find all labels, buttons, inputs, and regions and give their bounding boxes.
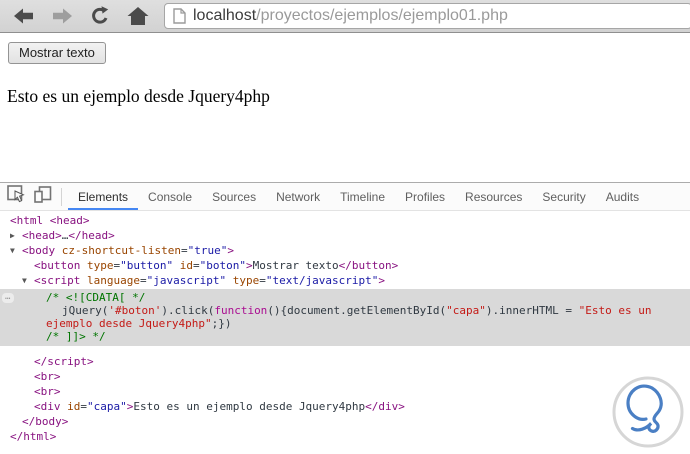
code-line[interactable]: /* ]]> */ <box>0 330 690 343</box>
tab-security[interactable]: Security <box>532 183 595 210</box>
code-line[interactable]: /* <![CDATA[ */ <box>0 291 690 304</box>
home-button[interactable] <box>126 5 150 27</box>
url-host: localhost <box>193 7 257 24</box>
script-fold-block: … /* <![CDATA[ */jQuery('#boton').click(… <box>0 289 690 346</box>
code-line[interactable]: ejemplo desde Jquery4php";}) <box>0 317 690 330</box>
page-result-text: Esto es un ejemplo desde Jquery4php <box>7 86 270 106</box>
devtools-tabs: Elements Console Sources Network Timeline Pro… <box>68 183 649 210</box>
browser-toolbar: localhost/proyectos/ejemplos/ejemplo01.p… <box>0 0 690 33</box>
devtools-panel: Elements Console Sources Network Timeline Pro… <box>0 182 690 444</box>
code-line[interactable]: jQuery('#boton').click(function(){docume… <box>0 304 690 317</box>
page-icon <box>173 8 186 24</box>
url-path: /proyectos/ejemplos/ejemplo01.php <box>256 7 508 24</box>
solvetic-bubble-icon <box>612 376 684 448</box>
tab-sources[interactable]: Sources <box>202 183 266 210</box>
forward-arrow-icon <box>53 8 72 24</box>
tab-timeline[interactable]: Timeline <box>330 183 395 210</box>
address-bar[interactable]: localhost/proyectos/ejemplos/ejemplo01.p… <box>164 3 690 29</box>
tab-network[interactable]: Network <box>266 183 330 210</box>
code-line[interactable]: <div id="capa">Esto es un ejemplo desde … <box>0 399 690 414</box>
code-line[interactable]: </body> <box>0 414 690 429</box>
url-text: localhost/proyectos/ejemplos/ejemplo01.p… <box>193 7 508 25</box>
code-line[interactable]: </script> <box>0 354 690 369</box>
code-line[interactable]: <button type="button" id="boton">Mostrar… <box>0 258 690 273</box>
code-line[interactable]: <br> <box>0 384 690 399</box>
reload-icon <box>92 6 109 24</box>
code-line[interactable]: <br> <box>0 369 690 384</box>
chevron-down-icon[interactable]: ▼ <box>22 273 34 288</box>
tab-elements[interactable]: Elements <box>68 183 138 210</box>
code-line[interactable]: <html <head> <box>0 213 690 228</box>
code-line[interactable]: ▼ <body cz-shortcut-listen="true"> <box>0 243 690 258</box>
script-lines: /* <![CDATA[ */jQuery('#boton').click(fu… <box>0 291 690 343</box>
back-button[interactable] <box>12 5 36 27</box>
reload-button[interactable] <box>88 5 112 27</box>
code-line[interactable]: </html> <box>0 429 690 444</box>
forward-button[interactable] <box>50 5 74 27</box>
device-toolbar-button[interactable] <box>34 185 52 208</box>
code-line[interactable]: ▶ <head>…</head> <box>0 228 690 243</box>
device-toolbar-icon <box>34 185 52 203</box>
inspect-cursor-icon <box>7 185 25 203</box>
inspect-element-button[interactable] <box>7 185 25 208</box>
page-content: Mostrar texto Esto es un ejemplo desde J… <box>0 33 690 182</box>
tab-resources[interactable]: Resources <box>455 183 532 210</box>
tab-console[interactable]: Console <box>138 183 202 210</box>
elements-tree: <html <head> ▶ <head>…</head> ▼ <body cz-sho… <box>0 211 690 444</box>
devtools-toolbar: Elements Console Sources Network Timeline Pro… <box>0 183 690 211</box>
tab-profiles[interactable]: Profiles <box>395 183 455 210</box>
watermark-logo <box>611 375 685 449</box>
devtools-toolbar-icons <box>0 183 61 210</box>
code-fold-marker-icon[interactable]: … <box>2 293 15 303</box>
toolbar-divider <box>61 187 62 206</box>
code-bottom: </script> <br> <br> <div id="capa">Esto es … <box>0 354 690 444</box>
home-icon <box>127 7 149 25</box>
back-arrow-icon <box>14 8 33 24</box>
tab-audits[interactable]: Audits <box>596 183 649 210</box>
chevron-down-icon[interactable]: ▼ <box>10 243 22 258</box>
mostrar-texto-button[interactable]: Mostrar texto <box>8 42 106 64</box>
code-line[interactable]: ▼ <script language="javascript" type="tex… <box>0 273 690 288</box>
code-top: <html <head> ▶ <head>…</head> ▼ <body cz-sho… <box>0 213 690 288</box>
chevron-right-icon[interactable]: ▶ <box>10 228 22 243</box>
